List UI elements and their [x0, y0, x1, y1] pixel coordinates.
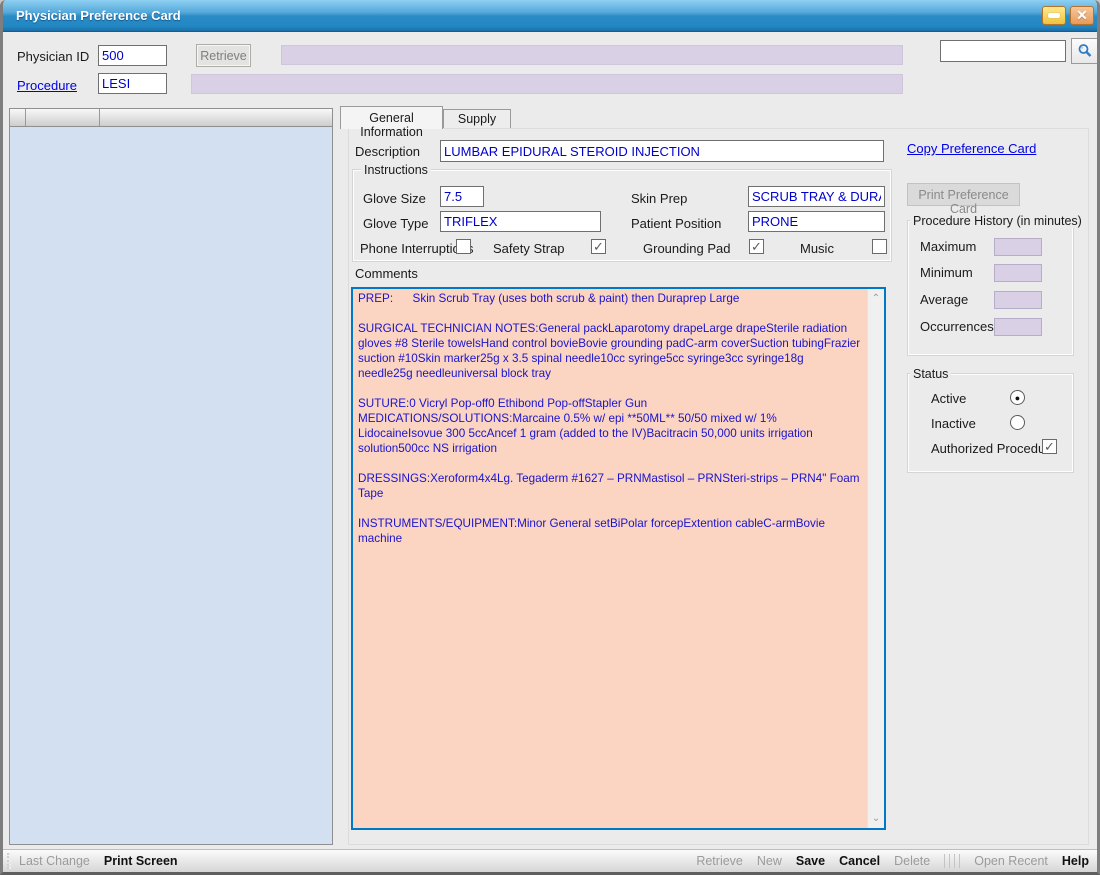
minimum-label: Minimum: [920, 265, 973, 280]
close-button[interactable]: ✕: [1070, 6, 1094, 25]
safety-strap-checkbox[interactable]: ✓: [591, 239, 606, 254]
list-header-col2: [26, 109, 100, 126]
patient-position-input[interactable]: [748, 211, 885, 232]
active-radio[interactable]: ●: [1010, 390, 1025, 405]
copy-preference-card-link[interactable]: Copy Preference Card: [907, 141, 1036, 156]
delete-button: Delete: [894, 854, 930, 868]
physician-id-label: Physician ID: [17, 49, 89, 64]
description-label: Description: [355, 144, 420, 159]
search-button[interactable]: [1071, 38, 1098, 64]
search-icon: [1077, 43, 1093, 59]
tab-general-information[interactable]: General Information: [340, 106, 443, 129]
authorized-procedure-checkbox[interactable]: ✓: [1042, 439, 1057, 454]
glove-size-input[interactable]: [440, 186, 484, 207]
search-input[interactable]: [940, 40, 1066, 62]
print-screen-button[interactable]: Print Screen: [104, 854, 178, 868]
occurrences-field: [994, 318, 1042, 336]
physician-preference-card-window: Physician Preference Card ✕ Physician ID…: [0, 0, 1100, 875]
help-button[interactable]: Help: [1062, 854, 1089, 868]
comments-scrollbar[interactable]: ⌃ ⌄: [867, 289, 884, 828]
physician-display-field: [281, 45, 903, 65]
preference-card-list[interactable]: [9, 108, 333, 845]
save-button[interactable]: Save: [796, 854, 825, 868]
statusbar-grip-icon: [7, 853, 11, 869]
window-title: Physician Preference Card: [16, 8, 181, 23]
glove-size-label: Glove Size: [363, 191, 426, 206]
retrieve-button[interactable]: Retrieve: [196, 44, 251, 67]
music-checkbox[interactable]: [872, 239, 887, 254]
grounding-pad-checkbox[interactable]: ✓: [749, 239, 764, 254]
phone-interruptions-checkbox[interactable]: [456, 239, 471, 254]
tab-supply-items[interactable]: Supply Items: [443, 109, 511, 129]
occurrences-label: Occurrences: [920, 319, 994, 334]
minimize-icon: [1048, 13, 1060, 18]
inactive-label: Inactive: [931, 416, 976, 431]
status-bar: Last Change Print Screen Retrieve New Sa…: [3, 849, 1097, 872]
procedure-display-field: [191, 74, 903, 94]
grounding-pad-label: Grounding Pad: [643, 241, 730, 256]
list-header-row: [10, 109, 332, 127]
open-recent-button: Open Recent: [974, 854, 1048, 868]
inactive-radio[interactable]: [1010, 415, 1025, 430]
average-label: Average: [920, 292, 968, 307]
list-header-col1: [10, 109, 26, 126]
cancel-button[interactable]: Cancel: [839, 854, 880, 868]
new-button: New: [757, 854, 782, 868]
last-change-item: Last Change: [19, 854, 90, 868]
title-bar: Physician Preference Card ✕: [0, 0, 1100, 32]
retrieve-statusbar-button: Retrieve: [696, 854, 743, 868]
description-input[interactable]: [440, 140, 884, 162]
physician-id-input[interactable]: [98, 45, 167, 66]
minimum-field: [994, 264, 1042, 282]
maximum-field: [994, 238, 1042, 256]
glove-type-input[interactable]: [440, 211, 601, 232]
procedure-link[interactable]: Procedure: [17, 78, 77, 93]
print-preference-card-button[interactable]: Print Preference Card: [907, 183, 1020, 206]
comments-text: PREP: Skin Scrub Tray (uses both scrub &…: [353, 289, 865, 828]
procedure-input[interactable]: [98, 73, 167, 94]
average-field: [994, 291, 1042, 309]
comments-label: Comments: [355, 266, 418, 281]
status-group-label: Status: [910, 367, 951, 381]
safety-strap-label: Safety Strap: [493, 241, 565, 256]
authorized-procedure-label: Authorized Procedure: [931, 441, 1057, 456]
active-label: Active: [931, 391, 966, 406]
skin-prep-label: Skin Prep: [631, 191, 687, 206]
instructions-group-label: Instructions: [361, 163, 431, 177]
statusbar-separator: [944, 854, 960, 868]
glove-type-label: Glove Type: [363, 216, 429, 231]
comments-textarea[interactable]: PREP: Skin Scrub Tray (uses both scrub &…: [351, 287, 886, 830]
music-label: Music: [800, 241, 834, 256]
maximum-label: Maximum: [920, 239, 976, 254]
procedure-history-group-label: Procedure History (in minutes): [910, 214, 1085, 228]
patient-position-label: Patient Position: [631, 216, 721, 231]
scroll-down-icon[interactable]: ⌄: [868, 813, 884, 824]
minimize-button[interactable]: [1042, 6, 1066, 25]
list-header-col3: [100, 109, 332, 126]
skin-prep-input[interactable]: [748, 186, 885, 207]
close-icon: ✕: [1076, 7, 1088, 24]
scroll-up-icon[interactable]: ⌃: [868, 293, 884, 304]
